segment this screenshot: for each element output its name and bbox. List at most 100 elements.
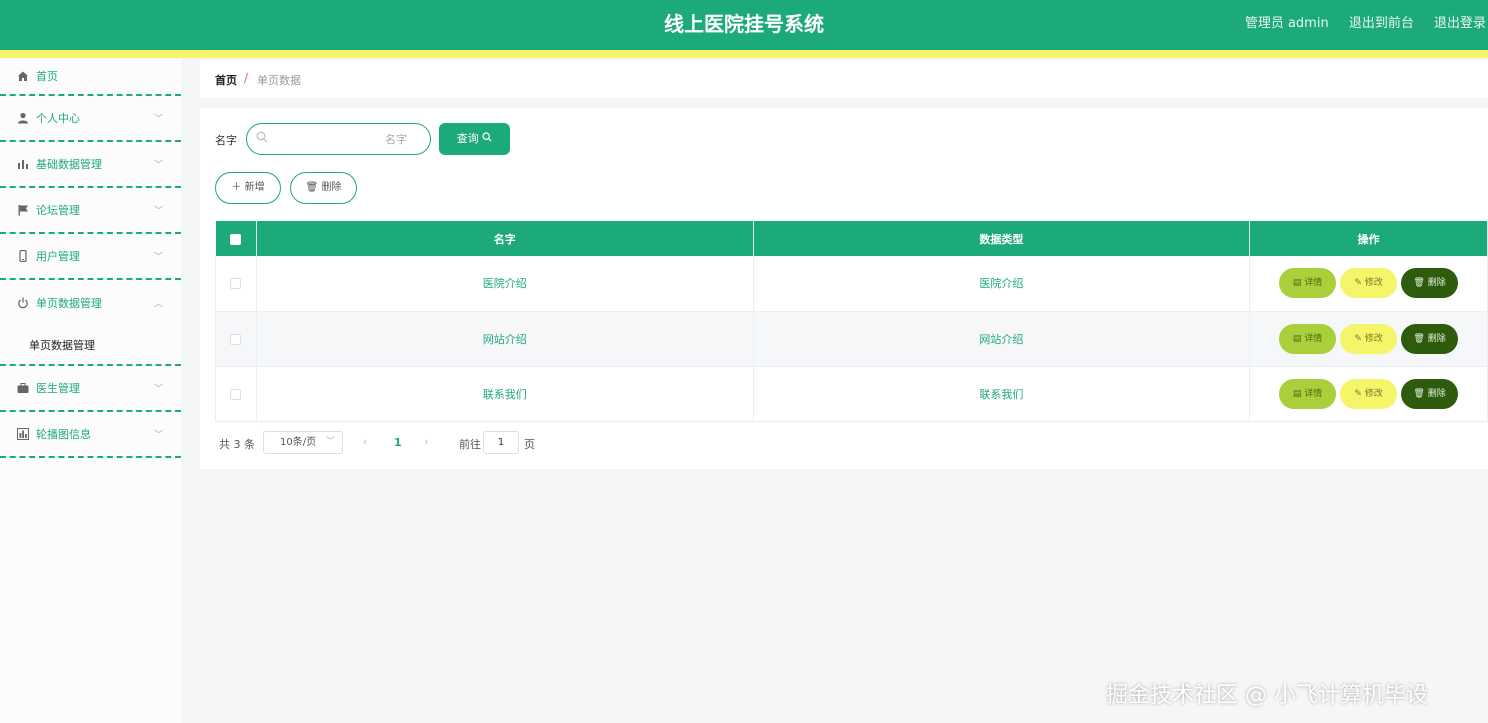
sidebar-item-home[interactable]: 首页	[0, 58, 181, 96]
user-icon	[17, 112, 29, 124]
query-button[interactable]: 查询	[439, 123, 510, 155]
power-icon	[17, 297, 29, 309]
top-header: 线上医院挂号系统 管理员 admin 退出到前台 退出登录	[0, 0, 1488, 50]
page-size-value: 10条/页	[280, 437, 317, 448]
row-checkbox[interactable]	[230, 388, 242, 400]
column-header-actions: 操作	[1249, 221, 1488, 256]
select-all-checkbox[interactable]	[230, 233, 242, 245]
chevron-down-icon: ﹀	[153, 206, 163, 217]
edit-button[interactable]: ✎ 修改	[1340, 323, 1398, 354]
select-all-cell[interactable]	[215, 221, 257, 256]
search-label: 名字	[215, 134, 237, 147]
table-row: 联系我们 联系我们 ▤ 详情 ✎ 修改 🗑 删除	[215, 366, 1488, 422]
delete-label: 删除	[1427, 388, 1446, 399]
sidebar: 首页 个人中心 ﹀ 基础数据管理 ﹀ 论坛管理 ﹀ 用户管理 ﹀ 单页数据管理 …	[0, 58, 181, 723]
edit-label: 修改	[1364, 278, 1383, 289]
chevron-down-icon: ﹀	[153, 114, 163, 125]
breadcrumb-home[interactable]: 首页	[215, 72, 237, 88]
exit-to-front-link[interactable]: 退出到前台	[1349, 16, 1414, 31]
watermark: 掘金技术社区 @ 小飞计算机毕设	[1106, 683, 1428, 708]
sidebar-item-label: 医生管理	[36, 382, 80, 395]
delete-button[interactable]: 🗑 删除	[1401, 323, 1459, 354]
edit-button[interactable]: ✎ 修改	[1340, 378, 1398, 409]
trash-icon: 🗑	[1413, 388, 1425, 399]
bar-chart-icon	[17, 158, 29, 170]
detail-button[interactable]: ▤ 详情	[1279, 268, 1337, 299]
chevron-down-icon: ﹀	[153, 252, 163, 263]
document-icon: ▤	[1292, 333, 1302, 344]
detail-button[interactable]: ▤ 详情	[1279, 323, 1337, 354]
document-icon: ▤	[1292, 388, 1302, 399]
breadcrumb: 首页 / 单页数据	[200, 60, 1488, 98]
sidebar-item-doctors[interactable]: 医生管理 ﹀	[0, 366, 181, 412]
chevron-down-icon: ﹀	[153, 160, 163, 171]
search-icon	[482, 132, 492, 145]
sidebar-item-label: 用户管理	[36, 250, 80, 263]
pencil-icon: ✎	[1354, 388, 1362, 399]
detail-button[interactable]: ▤ 详情	[1279, 378, 1337, 409]
chevron-down-icon: ﹀	[153, 430, 163, 441]
search-icon	[256, 131, 268, 146]
header-accent-bar	[0, 50, 1488, 58]
logout-link[interactable]: 退出登录	[1434, 16, 1486, 31]
batch-delete-label: 删除	[321, 182, 342, 193]
next-page-icon[interactable]: ›	[424, 435, 428, 448]
add-button-label: 新增	[244, 182, 265, 193]
delete-label: 删除	[1427, 278, 1446, 289]
cell-type: 联系我们	[753, 366, 1251, 422]
pencil-icon: ✎	[1354, 278, 1362, 289]
plus-icon: ＋	[231, 182, 242, 193]
current-user: 管理员 admin	[1244, 16, 1329, 31]
sidebar-item-carousel[interactable]: 轮播图信息 ﹀	[0, 412, 181, 458]
prev-page-icon[interactable]: ‹	[363, 435, 367, 448]
delete-button[interactable]: 🗑 删除	[1401, 268, 1459, 299]
cell-actions: ▤ 详情 ✎ 修改 🗑 删除	[1249, 311, 1488, 367]
query-button-label: 查询	[456, 132, 479, 145]
sidebar-item-basic-data[interactable]: 基础数据管理 ﹀	[0, 142, 181, 188]
sidebar-item-label: 基础数据管理	[36, 158, 102, 171]
detail-label: 详情	[1304, 333, 1323, 344]
batch-delete-button[interactable]: 🗑 删除	[290, 172, 357, 204]
sidebar-item-users[interactable]: 用户管理 ﹀	[0, 234, 181, 280]
page-unit-label: 页	[524, 438, 535, 451]
search-box[interactable]	[246, 123, 431, 155]
sidebar-item-label: 轮播图信息	[36, 428, 91, 441]
chevron-down-icon: ﹀	[153, 384, 163, 395]
table-row: 网站介绍 网站介绍 ▤ 详情 ✎ 修改 🗑 删除	[215, 311, 1488, 367]
edit-label: 修改	[1364, 388, 1383, 399]
breadcrumb-separator: /	[244, 71, 249, 85]
cell-actions: ▤ 详情 ✎ 修改 🗑 删除	[1249, 366, 1488, 422]
breadcrumb-current: 单页数据	[257, 74, 301, 87]
trash-icon: 🗑	[1413, 333, 1425, 344]
cell-name: 联系我们	[256, 366, 754, 422]
table-row: 医院介绍 医院介绍 ▤ 详情 ✎ 修改 🗑 删除	[215, 256, 1488, 312]
submenu-item-single-page-data[interactable]: 单页数据管理	[29, 337, 95, 353]
flag-icon	[17, 204, 29, 216]
delete-button[interactable]: 🗑 删除	[1401, 378, 1459, 409]
sidebar-item-single-page-data[interactable]: 单页数据管理 ︿ 单页数据管理	[0, 280, 181, 366]
edit-button[interactable]: ✎ 修改	[1340, 268, 1398, 299]
column-header-name: 名字	[256, 221, 754, 256]
home-icon	[17, 70, 29, 82]
data-table: 名字 数据类型 操作 医院介绍 医院介绍 ▤ 详情 ✎ 修改 🗑 删除 网站介绍 网…	[215, 221, 1488, 422]
sidebar-item-label: 个人中心	[36, 112, 80, 125]
cell-actions: ▤ 详情 ✎ 修改 🗑 删除	[1249, 256, 1488, 312]
goto-label: 前往	[459, 438, 481, 451]
row-checkbox[interactable]	[230, 333, 242, 345]
detail-label: 详情	[1304, 278, 1323, 289]
page-number[interactable]: 1	[394, 436, 402, 449]
add-button[interactable]: ＋ 新增	[215, 172, 281, 204]
sidebar-item-label: 单页数据管理	[36, 297, 102, 310]
delete-label: 删除	[1427, 333, 1446, 344]
total-count: 共 3 条	[219, 438, 255, 451]
sidebar-item-label: 首页	[36, 70, 58, 83]
goto-page-input[interactable]	[483, 431, 519, 454]
search-input[interactable]	[275, 130, 407, 148]
page-size-select[interactable]: 10条/页 ﹀	[263, 431, 343, 454]
header-user-area: 管理员 admin 退出到前台 退出登录	[1229, 0, 1486, 50]
trash-icon: 🗑	[305, 182, 319, 193]
sidebar-item-forum[interactable]: 论坛管理 ﹀	[0, 188, 181, 234]
pencil-icon: ✎	[1354, 333, 1362, 344]
sidebar-item-personal-center[interactable]: 个人中心 ﹀	[0, 96, 181, 142]
row-checkbox[interactable]	[230, 278, 242, 290]
